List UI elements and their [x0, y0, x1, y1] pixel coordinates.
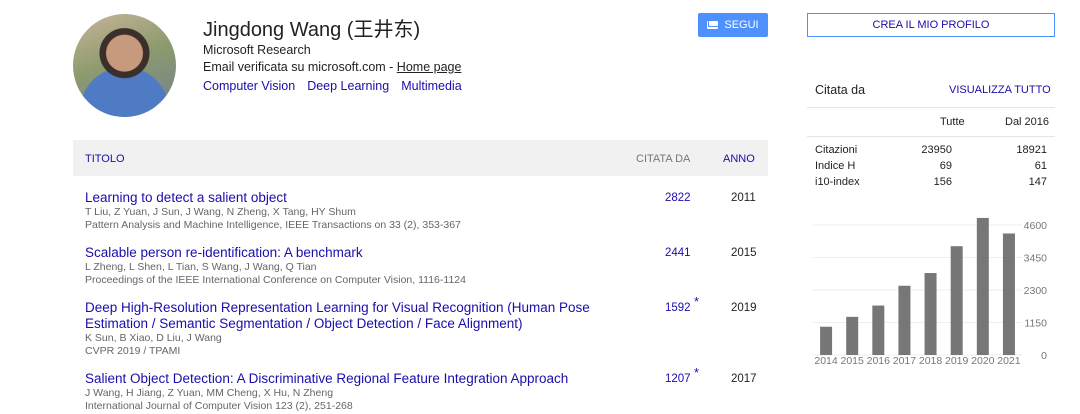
y-tick-label: 0 [1041, 350, 1047, 362]
x-tick-label: 2016 [867, 355, 891, 367]
article-authors: T Liu, Z Yuan, J Sun, J Wang, N Zheng, X… [85, 206, 356, 218]
homepage-link[interactable]: Home page [397, 60, 462, 74]
x-tick-label: 2017 [893, 355, 917, 367]
stat-all: 69 [939, 160, 952, 172]
x-tick-label: 2021 [997, 355, 1021, 367]
article-venue: Pattern Analysis and Machine Intelligenc… [85, 219, 461, 231]
x-tick-label: 2018 [919, 355, 943, 367]
cited-count[interactable]: 1207 [665, 373, 691, 385]
article-title[interactable]: Scalable person re-identification: A ben… [85, 245, 605, 261]
follow-label: SEGUI [724, 19, 759, 31]
bar-2019[interactable] [950, 246, 963, 355]
stat-since: 18921 [1016, 144, 1047, 156]
bar-2017[interactable] [898, 285, 911, 355]
article-title[interactable]: Salient Object Detection: A Discriminati… [85, 371, 605, 387]
bar-2021[interactable] [1002, 233, 1015, 355]
mail-icon [707, 21, 719, 29]
profile-photo [73, 14, 176, 117]
y-tick-label: 2300 [1024, 285, 1048, 297]
x-tick-label: 2014 [814, 355, 838, 367]
stats-col-since: Dal 2016 [1005, 116, 1050, 128]
stat-since: 147 [1028, 176, 1047, 188]
research-interests: Computer Vision Deep Learning Multimedia [203, 79, 462, 93]
cited-count[interactable]: 1592 [665, 302, 691, 314]
article-title[interactable]: Deep High-Resolution Representation Lear… [85, 300, 605, 332]
article-venue: International Journal of Computer Vision… [85, 400, 353, 412]
cited-by-heading: Citata da [815, 83, 866, 97]
merged-citations-star[interactable]: * [694, 294, 699, 309]
bar-2015[interactable] [846, 316, 859, 355]
interest-computer-vision[interactable]: Computer Vision [203, 79, 295, 93]
bar-2018[interactable] [924, 273, 937, 355]
article-year: 2015 [731, 247, 757, 259]
x-tick-label: 2015 [841, 355, 865, 367]
view-all-link[interactable]: VISUALIZZA TUTTO [949, 84, 1051, 96]
citations-bar-chart: 4600 3450 2300 1150 0 2014 2015 2016 2017 2018 201… [813, 217, 1048, 367]
create-profile-button[interactable]: CREA IL MIO PROFILO [807, 13, 1055, 37]
x-tick-label: 2019 [945, 355, 969, 367]
y-tick-label: 3450 [1024, 253, 1048, 265]
stat-since: 61 [1034, 160, 1047, 172]
divider [807, 136, 1055, 137]
sort-by-year[interactable]: ANNO [723, 153, 755, 165]
bar-2020[interactable] [976, 217, 989, 355]
stat-all: 23950 [921, 144, 952, 156]
stat-label: Indice H [815, 160, 856, 172]
stats-col-all: Tutte [940, 116, 965, 128]
sort-by-cited[interactable]: CITATA DA [636, 153, 690, 165]
article-venue: Proceedings of the IEEE International Co… [85, 274, 466, 286]
y-tick-label: 4600 [1024, 220, 1048, 232]
article-title[interactable]: Learning to detect a salient object [85, 190, 605, 206]
article-authors: J Wang, H Jiang, Z Yuan, MM Cheng, X Hu,… [85, 387, 334, 399]
follow-button[interactable]: SEGUI [698, 13, 768, 37]
article-authors: L Zheng, L Shen, L Tian, S Wang, J Wang,… [85, 261, 317, 273]
bar-2014[interactable] [820, 326, 833, 355]
interest-multimedia[interactable]: Multimedia [401, 79, 461, 93]
stat-label: i10-index [815, 176, 860, 188]
article-year: 2019 [731, 302, 757, 314]
email-text: Email verificata su microsoft.com - [203, 60, 397, 74]
cited-count[interactable]: 2441 [665, 247, 691, 259]
profile-affiliation: Microsoft Research [203, 43, 311, 57]
cited-count[interactable]: 2822 [665, 192, 691, 204]
sort-by-title[interactable]: TITOLO [85, 153, 125, 165]
interest-deep-learning[interactable]: Deep Learning [307, 79, 389, 93]
profile-email: Email verificata su microsoft.com - Home… [203, 60, 461, 74]
stat-label: Citazioni [815, 144, 858, 156]
divider [807, 107, 1055, 108]
profile-name: Jingdong Wang (王井东) [203, 19, 421, 41]
stat-all: 156 [933, 176, 952, 188]
bar-2016[interactable] [872, 305, 885, 355]
article-authors: K Sun, B Xiao, D Liu, J Wang [85, 332, 222, 344]
table-header: TITOLO CITATA DA ANNO [73, 140, 768, 176]
article-year: 2011 [731, 192, 756, 204]
merged-citations-star[interactable]: * [694, 365, 699, 380]
article-year: 2017 [731, 373, 757, 385]
article-venue: CVPR 2019 / TPAMI [85, 345, 181, 357]
y-tick-label: 1150 [1024, 318, 1047, 330]
x-tick-label: 2020 [971, 355, 995, 367]
